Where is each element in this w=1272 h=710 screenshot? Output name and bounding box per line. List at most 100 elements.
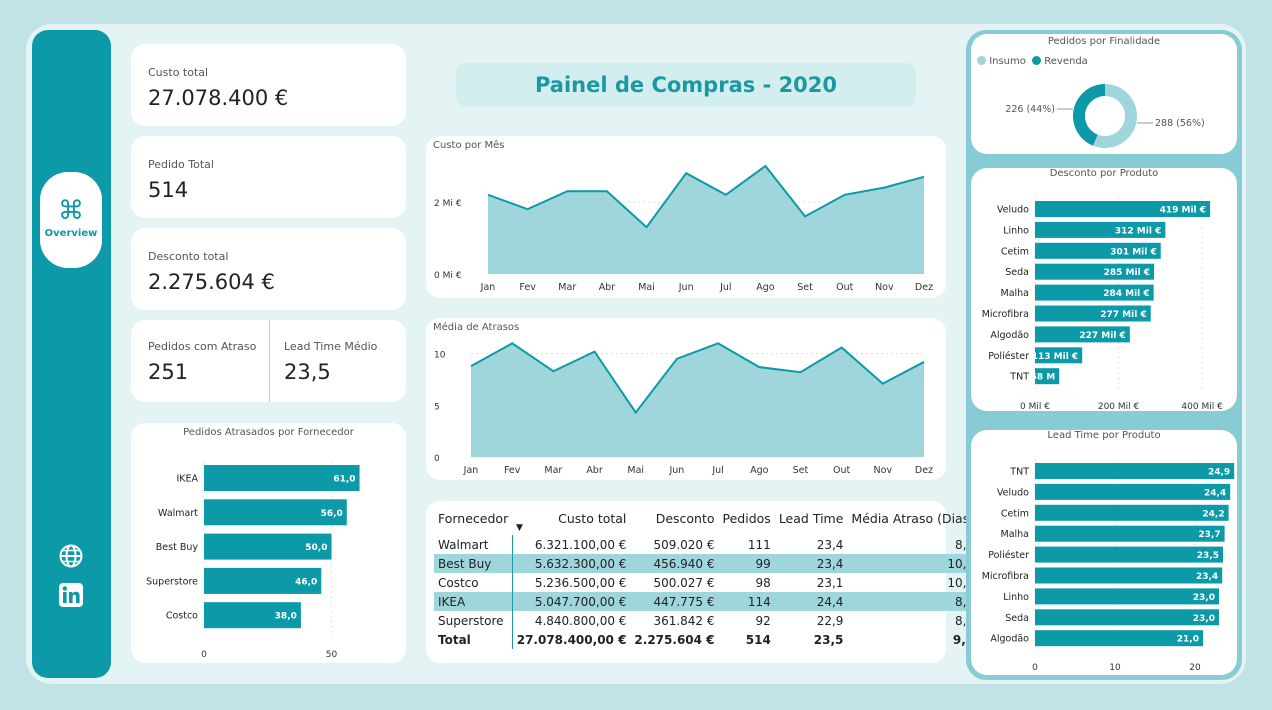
fornecedor-bar-chart: IKEA 61,0 Walmart 56,0 Best Buy 50,0 Superstor… — [146, 461, 360, 660]
data-label: 284 Mil € — [1103, 289, 1149, 299]
bar — [1035, 588, 1219, 605]
table-row[interactable]: Costco 5.236.500,00 € 500.027 € 98 23,1 10,1 — [434, 573, 978, 592]
table-row[interactable]: IKEA 5.047.700,00 €447.775 €114 24,4 8,8 — [434, 592, 979, 611]
bar — [1035, 483, 1231, 500]
cell: 8,7 — [955, 537, 975, 552]
y-tick-label: 0 — [434, 454, 440, 464]
data-label: 50,0 — [305, 543, 327, 553]
bar — [1035, 504, 1229, 521]
atrasos-area-chart: 10 5 0 Jan Fev Mar Abr Mai Jun Jul Ago Set Out Nov Dez — [434, 342, 933, 476]
category-label: Poliéster — [988, 550, 1029, 561]
kpi-desconto-total-card: Desconto total 2.275.604 € — [131, 228, 406, 310]
col-header[interactable]: Desconto — [630, 509, 718, 535]
data-label: 24,9 — [1208, 468, 1230, 478]
kpi-value: 251 — [148, 360, 189, 384]
bar — [1035, 609, 1219, 626]
cell: Best Buy — [434, 554, 513, 573]
category-label: Microfibra — [982, 571, 1029, 582]
cell: 23,4 — [816, 537, 844, 552]
cell: 456.940 € — [630, 554, 719, 573]
cell: 114 — [718, 592, 775, 611]
table-row[interactable]: Best Buy 5.632.300,00 €456.940 €99 23,4 10,… — [434, 554, 979, 573]
data-label: 227 Mil € — [1079, 331, 1125, 341]
cell: 8,8 — [847, 592, 979, 611]
desconto-bar-chart: Veludo 419 Mil € Linho 312 Mil € Cetim 301 Mi… — [982, 197, 1223, 411]
sort-arrow-icon[interactable]: ▼ — [516, 523, 523, 533]
cell: 24,4 — [774, 592, 848, 611]
x-tick-label: Jan — [480, 282, 496, 293]
x-tick-label: 200 Mil € — [1098, 402, 1140, 411]
col-header[interactable]: Custo total — [512, 509, 630, 535]
x-tick-label: Nov — [874, 465, 893, 476]
finalidade-card: Pedidos por Finalidade Insumo Revenda 22… — [971, 34, 1237, 154]
kpi-pedido-total-card: Pedido Total 514 — [131, 136, 406, 218]
bar — [1035, 567, 1223, 584]
cell: 22,9 — [816, 613, 844, 628]
cell: 23,1 — [816, 575, 844, 590]
cell: 4.840.800,00 € — [534, 613, 627, 628]
data-label: 24,2 — [1202, 509, 1224, 519]
cell: 9,2 — [952, 632, 975, 647]
y-tick-label: 5 — [434, 402, 440, 412]
cell: 10,1 — [947, 575, 975, 590]
data-table: Fornecedor ▼ Custo total Desconto Pedidos… — [434, 509, 979, 649]
data-label: 285 Mil € — [1104, 268, 1150, 278]
category-label: Costco — [166, 611, 198, 622]
cell: 5.047.700,00 € — [512, 592, 631, 611]
table-row[interactable]: Superstore 4.840.800,00 € 361.842 € 92 22,9 8… — [434, 611, 978, 630]
category-label: TNT — [1009, 372, 1029, 383]
x-tick-label: Mai — [638, 282, 655, 293]
data-label: 23,5 — [1197, 551, 1219, 561]
category-label: Best Buy — [156, 542, 199, 553]
col-header[interactable]: Pedidos — [719, 509, 775, 535]
x-tick-label: Fev — [504, 465, 521, 476]
cell: 361.842 € — [653, 613, 715, 628]
data-label: 419 Mil € — [1160, 206, 1206, 216]
category-label: Malha — [1001, 529, 1030, 540]
x-tick-label: Ago — [756, 282, 775, 293]
cell: 98 — [755, 575, 771, 590]
table-row[interactable]: Walmart 6.321.100,00 € 509.020 € 111 23,4 8,7 — [434, 535, 978, 554]
category-label: Seda — [1005, 613, 1029, 624]
category-label: Seda — [1005, 267, 1029, 278]
data-label: 61,0 — [333, 475, 355, 485]
command-icon: ⌘ — [58, 196, 84, 226]
data-label: 23,7 — [1198, 530, 1220, 540]
linkedin-icon[interactable] — [58, 582, 84, 608]
col-header[interactable]: Média Atraso (Dias) — [847, 509, 978, 535]
kpi-divider — [269, 320, 270, 402]
x-tick-label: 20 — [1189, 663, 1201, 673]
x-tick-label: 0 — [201, 650, 207, 660]
cell: 23,5 — [813, 632, 844, 647]
data-label: 23,0 — [1193, 593, 1215, 603]
data-label: 113 Mil € — [1032, 352, 1078, 362]
cell: Total — [434, 630, 513, 649]
globe-icon[interactable] — [58, 543, 84, 569]
sidebar — [32, 30, 111, 678]
x-tick-label: 10 — [1109, 663, 1121, 673]
x-tick-label: Out — [833, 465, 850, 476]
category-label: Walmart — [158, 508, 198, 519]
fornecedor-chart-card: Pedidos Atrasados por Fornecedor IKEA 61,… — [131, 423, 406, 663]
cell: 509.020 € — [653, 537, 715, 552]
col-header[interactable]: Lead Time — [775, 509, 848, 535]
custo-mes-area-chart: 2 Mi € 0 Mi € Jan Fev Mar Abr Mai Jun Jul Ago Set O… — [434, 164, 933, 293]
data-label: 301 Mil € — [1110, 247, 1156, 257]
x-tick-label: Dez — [915, 465, 933, 476]
kpi-label: Lead Time Médio — [284, 340, 378, 353]
nav-overview-label: Overview — [44, 228, 98, 239]
category-label: Superstore — [146, 576, 198, 587]
finalidade-donut-chart: 226 (44%) 288 (56%) — [1005, 84, 1205, 148]
col-header[interactable]: Fornecedor ▼ — [434, 509, 523, 535]
x-tick-label: Abr — [599, 282, 616, 293]
nav-overview-button[interactable]: ⌘ Overview — [40, 172, 102, 268]
category-label: TNT — [1009, 467, 1029, 478]
kpi-label: Custo total — [148, 66, 209, 79]
y-tick-label: 10 — [434, 351, 446, 361]
data-label: 312 Mil € — [1115, 226, 1161, 236]
category-label: Malha — [1001, 288, 1030, 299]
data-label: 38,0 — [275, 612, 297, 622]
lead-bar-chart: TNT 24,9 Veludo 24,4 Cetim 24,2 Malha 23,7 Polié… — [982, 459, 1235, 673]
bar — [1035, 546, 1223, 563]
x-tick-label: Set — [793, 465, 809, 476]
